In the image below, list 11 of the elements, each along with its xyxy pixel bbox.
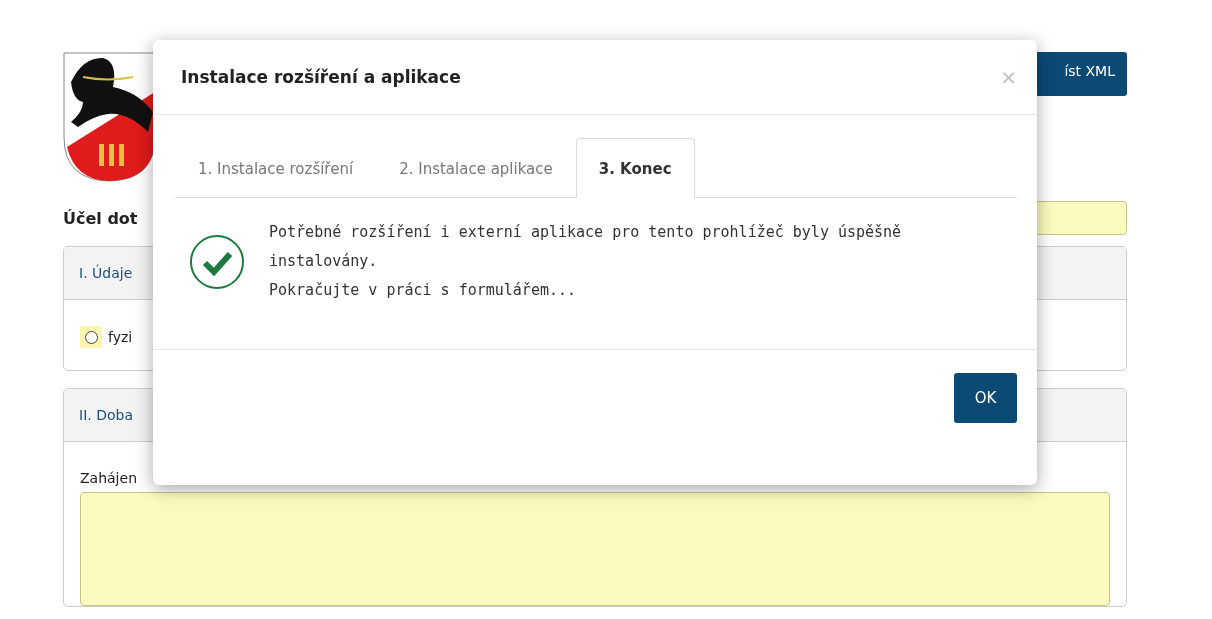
form-heading: Účel dot — [63, 208, 138, 228]
step-tab[interactable]: 2. Instalace aplikace — [376, 138, 576, 198]
ok-button[interactable]: OK — [954, 373, 1017, 423]
field-label: Zahájen — [80, 470, 137, 486]
check-circle-icon — [189, 234, 245, 290]
message-text: Pokračujte v práci s formulářem... — [269, 280, 578, 301]
radio-label: fyzi — [108, 329, 133, 345]
load-xml-button[interactable]: íst XML — [1035, 52, 1127, 96]
dialog-title: Instalace rozšíření a aplikace — [181, 67, 461, 87]
step-tab[interactable]: 3. Konec — [575, 138, 695, 198]
step-tab[interactable]: 1. Instalace rozšíření — [175, 138, 377, 198]
